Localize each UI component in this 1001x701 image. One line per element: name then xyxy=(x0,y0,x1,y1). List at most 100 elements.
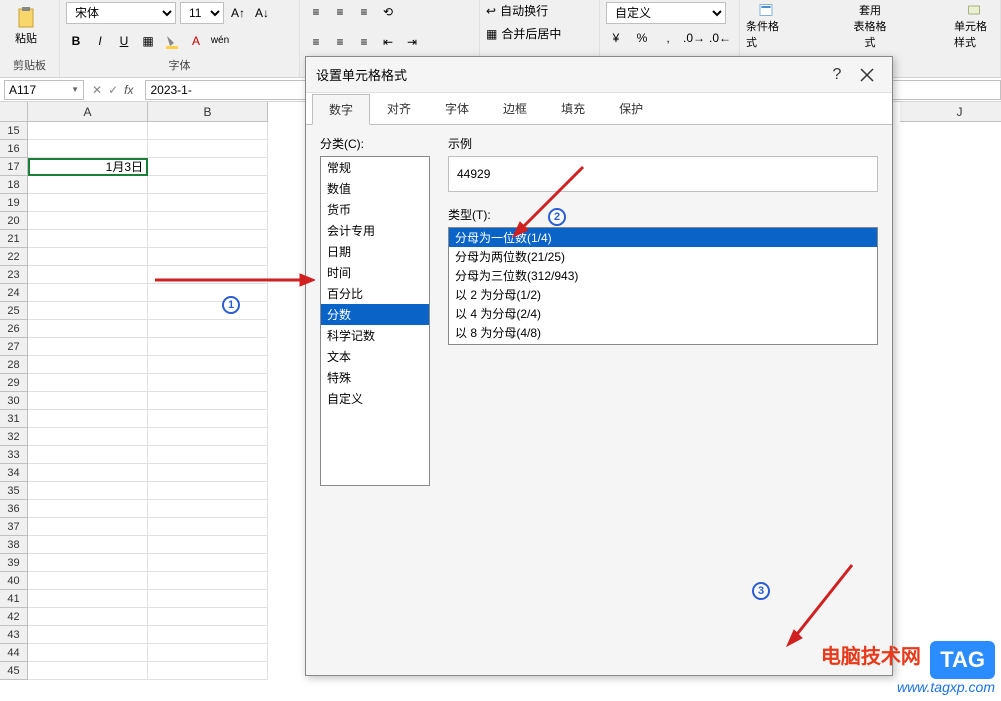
increase-decimal-icon[interactable]: .0→ xyxy=(684,28,704,48)
cell-B34[interactable] xyxy=(148,464,268,482)
cell-A24[interactable] xyxy=(28,284,148,302)
cell-B24[interactable] xyxy=(148,284,268,302)
cell-A41[interactable] xyxy=(28,590,148,608)
increase-font-icon[interactable]: A↑ xyxy=(228,3,248,23)
dialog-tab-2[interactable]: 字体 xyxy=(428,93,486,124)
cell-A45[interactable] xyxy=(28,662,148,680)
dialog-tab-0[interactable]: 数字 xyxy=(312,94,370,125)
row-header-41[interactable]: 41 xyxy=(0,590,28,608)
cell-B33[interactable] xyxy=(148,446,268,464)
cell-A28[interactable] xyxy=(28,356,148,374)
cell-B41[interactable] xyxy=(148,590,268,608)
dialog-tab-4[interactable]: 填充 xyxy=(544,93,602,124)
fx-icon[interactable]: fx xyxy=(124,83,133,97)
row-header-38[interactable]: 38 xyxy=(0,536,28,554)
dialog-tab-1[interactable]: 对齐 xyxy=(370,93,428,124)
cell-A17[interactable]: 1月3日 xyxy=(28,158,148,176)
cell-A29[interactable] xyxy=(28,374,148,392)
cell-B16[interactable] xyxy=(148,140,268,158)
cell-A15[interactable] xyxy=(28,122,148,140)
wrap-text-button[interactable]: ↩ 自动换行 xyxy=(486,2,548,19)
type-item-3[interactable]: 以 2 为分母(1/2) xyxy=(449,285,877,304)
cancel-formula-icon[interactable]: ✕ xyxy=(92,83,102,97)
category-item-8[interactable]: 科学记数 xyxy=(321,325,429,346)
col-header-j[interactable]: J xyxy=(900,102,1001,122)
row-header-23[interactable]: 23 xyxy=(0,266,28,284)
category-item-1[interactable]: 数值 xyxy=(321,178,429,199)
cell-B27[interactable] xyxy=(148,338,268,356)
row-header-33[interactable]: 33 xyxy=(0,446,28,464)
cell-B15[interactable] xyxy=(148,122,268,140)
underline-button[interactable]: U xyxy=(114,31,134,51)
category-item-0[interactable]: 常规 xyxy=(321,157,429,178)
row-header-29[interactable]: 29 xyxy=(0,374,28,392)
cell-A16[interactable] xyxy=(28,140,148,158)
row-header-27[interactable]: 27 xyxy=(0,338,28,356)
row-header-32[interactable]: 32 xyxy=(0,428,28,446)
cell-B26[interactable] xyxy=(148,320,268,338)
cell-A40[interactable] xyxy=(28,572,148,590)
row-header-40[interactable]: 40 xyxy=(0,572,28,590)
bold-button[interactable]: B xyxy=(66,31,86,51)
type-item-4[interactable]: 以 4 为分母(2/4) xyxy=(449,304,877,323)
cell-A37[interactable] xyxy=(28,518,148,536)
cell-A30[interactable] xyxy=(28,392,148,410)
cell-A26[interactable] xyxy=(28,320,148,338)
row-header-43[interactable]: 43 xyxy=(0,626,28,644)
cell-B17[interactable] xyxy=(148,158,268,176)
dialog-titlebar[interactable]: 设置单元格格式 ? xyxy=(306,57,892,93)
align-top-icon[interactable]: ≡ xyxy=(306,2,326,22)
cell-B44[interactable] xyxy=(148,644,268,662)
cell-B20[interactable] xyxy=(148,212,268,230)
cell-A36[interactable] xyxy=(28,500,148,518)
cell-B35[interactable] xyxy=(148,482,268,500)
type-item-1[interactable]: 分母为两位数(21/25) xyxy=(449,247,877,266)
cell-B19[interactable] xyxy=(148,194,268,212)
cell-B23[interactable] xyxy=(148,266,268,284)
cell-A22[interactable] xyxy=(28,248,148,266)
align-middle-icon[interactable]: ≡ xyxy=(330,2,350,22)
cell-A18[interactable] xyxy=(28,176,148,194)
table-format-button[interactable]: 套用 表格格式 xyxy=(850,2,890,50)
cell-B45[interactable] xyxy=(148,662,268,680)
cell-B43[interactable] xyxy=(148,626,268,644)
fill-color-button[interactable] xyxy=(162,31,182,51)
category-item-2[interactable]: 货币 xyxy=(321,199,429,220)
col-header-b[interactable]: B xyxy=(148,102,268,122)
orientation-icon[interactable]: ⟲ xyxy=(378,2,398,22)
merge-center-button[interactable]: ▦ 合并后居中 xyxy=(486,25,561,42)
row-header-24[interactable]: 24 xyxy=(0,284,28,302)
row-header-22[interactable]: 22 xyxy=(0,248,28,266)
cell-B30[interactable] xyxy=(148,392,268,410)
row-header-39[interactable]: 39 xyxy=(0,554,28,572)
cell-B25[interactable] xyxy=(148,302,268,320)
type-item-2[interactable]: 分母为三位数(312/943) xyxy=(449,266,877,285)
number-format-select[interactable]: 自定义 xyxy=(606,2,726,24)
row-header-36[interactable]: 36 xyxy=(0,500,28,518)
cell-A25[interactable] xyxy=(28,302,148,320)
row-header-19[interactable]: 19 xyxy=(0,194,28,212)
phonetic-button[interactable]: wén xyxy=(210,31,230,51)
confirm-formula-icon[interactable]: ✓ xyxy=(108,83,118,97)
row-header-17[interactable]: 17 xyxy=(0,158,28,176)
cell-A35[interactable] xyxy=(28,482,148,500)
increase-indent-icon[interactable]: ⇥ xyxy=(402,32,422,52)
row-header-37[interactable]: 37 xyxy=(0,518,28,536)
cell-B21[interactable] xyxy=(148,230,268,248)
cell-A34[interactable] xyxy=(28,464,148,482)
row-header-25[interactable]: 25 xyxy=(0,302,28,320)
category-item-11[interactable]: 自定义 xyxy=(321,388,429,409)
cell-B39[interactable] xyxy=(148,554,268,572)
cell-A33[interactable] xyxy=(28,446,148,464)
align-right-icon[interactable]: ≡ xyxy=(354,32,374,52)
cell-A32[interactable] xyxy=(28,428,148,446)
comma-icon[interactable]: , xyxy=(658,28,678,48)
category-item-7[interactable]: 分数 xyxy=(321,304,429,325)
type-item-5[interactable]: 以 8 为分母(4/8) xyxy=(449,323,877,342)
cell-B29[interactable] xyxy=(148,374,268,392)
cell-B31[interactable] xyxy=(148,410,268,428)
category-item-10[interactable]: 特殊 xyxy=(321,367,429,388)
category-item-4[interactable]: 日期 xyxy=(321,241,429,262)
cell-A42[interactable] xyxy=(28,608,148,626)
row-header-31[interactable]: 31 xyxy=(0,410,28,428)
